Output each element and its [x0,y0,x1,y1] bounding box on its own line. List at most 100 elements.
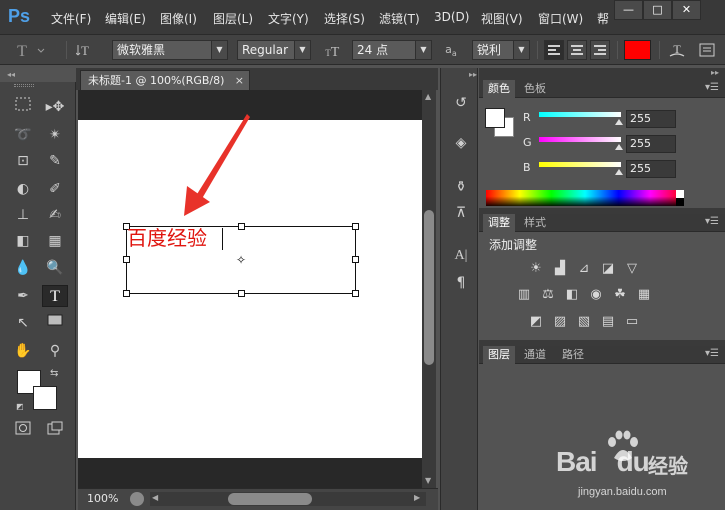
menu-layer[interactable]: 图层(L) [213,10,253,27]
tab-layers[interactable]: 图层 [483,346,515,364]
levels-icon[interactable]: ▟ [551,261,569,277]
posterize-icon[interactable]: ▨ [551,314,569,330]
slider-value-b[interactable]: 255 [626,160,676,178]
type-tool-preset-icon[interactable]: T [6,40,46,60]
eyedropper-tool-icon[interactable]: ✎ [42,150,68,172]
menu-image[interactable]: 图像(I) [160,10,197,27]
brush-tool-icon[interactable]: ✐ [42,178,68,200]
vertical-scrollbar-thumb[interactable] [424,210,434,365]
character-panel-icon[interactable]: A| [450,244,472,266]
slider-value-g[interactable]: 255 [626,135,676,153]
font-size-select[interactable]: 24 点 ▼ [352,40,432,60]
zoom-level[interactable]: 100% [87,492,118,505]
resize-handle[interactable] [352,223,359,230]
vibrance-icon[interactable]: ▽ [623,261,641,277]
close-icon[interactable]: × [235,71,244,90]
menu-filter[interactable]: 滤镜(T) [379,10,420,27]
warp-text-icon[interactable]: T [667,40,687,60]
align-left-button[interactable] [544,40,564,60]
collapse-panels-icon[interactable]: ▸▸ [711,68,719,77]
path-selection-tool-icon[interactable]: ↖ [10,312,36,334]
horizontal-scrollbar-thumb[interactable] [228,493,312,505]
menu-window[interactable]: 窗口(W) [538,10,583,27]
resize-handle[interactable] [123,290,130,297]
swap-colors-icon[interactable]: ⇆ [50,368,58,379]
background-color-swatch[interactable] [33,386,57,410]
tab-styles[interactable]: 样式 [519,214,551,232]
align-right-button[interactable] [590,40,610,60]
rectangle-tool-icon[interactable] [42,312,68,334]
menu-edit[interactable]: 编辑(E) [105,10,146,27]
slider-value-r[interactable]: 255 [626,110,676,128]
history-brush-tool-icon[interactable]: ✍ [42,204,68,226]
menu-3d[interactable]: 3D(D) [434,10,469,24]
font-style-select[interactable]: Regular ▼ [237,40,311,60]
slider-knob-b[interactable] [615,169,623,175]
menu-help[interactable]: 帮 [597,10,609,27]
slider-knob-r[interactable] [615,119,623,125]
invert-icon[interactable]: ◩ [527,314,545,330]
document-tab[interactable]: 未标题-1 @ 100%(RGB/8) × [80,70,250,90]
color-spectrum-bw[interactable] [676,190,684,206]
menu-type[interactable]: 文字(Y) [268,10,309,27]
pen-tool-icon[interactable]: ✒ [10,285,36,307]
color-balance-icon[interactable]: ⚖ [539,287,557,303]
photo-filter-icon[interactable]: ◉ [587,287,605,303]
menu-select[interactable]: 选择(S) [324,10,365,27]
menu-file[interactable]: 文件(F) [51,10,91,27]
brightness-contrast-icon[interactable]: ☀ [527,261,545,277]
black-white-icon[interactable]: ◧ [563,287,581,303]
scroll-right-icon[interactable]: ▶ [414,493,420,502]
scroll-up-icon[interactable]: ▲ [425,92,431,101]
character-panel-icon[interactable] [697,40,717,60]
move-tool-icon[interactable]: ▸✥ [42,96,68,118]
paragraph-panel-icon[interactable]: ¶ [450,272,472,294]
history-panel-icon[interactable]: ↺ [450,92,472,114]
quick-mask-icon[interactable] [10,420,36,442]
crop-tool-icon[interactable]: ⊡ [10,150,36,172]
slider-knob-g[interactable] [615,144,623,150]
scroll-down-icon[interactable]: ▼ [425,476,431,485]
tab-paths[interactable]: 路径 [557,346,589,364]
align-center-button[interactable] [567,40,587,60]
curves-icon[interactable]: ⊿ [575,261,593,277]
type-tool-icon[interactable]: T [42,285,68,307]
magic-wand-tool-icon[interactable]: ✴ [42,124,68,146]
tab-swatches[interactable]: 色板 [519,80,551,98]
threshold-icon[interactable]: ▧ [575,314,593,330]
brush-panel-icon[interactable]: ⊼ [450,202,472,224]
font-family-select[interactable]: 微软雅黑 ▼ [112,40,228,60]
resize-handle[interactable] [352,290,359,297]
tab-color[interactable]: 颜色 [483,80,515,98]
text-orientation-icon[interactable]: T [75,40,96,60]
slider-track-g[interactable] [539,137,621,142]
gradient-tool-icon[interactable]: ▦ [42,230,68,252]
close-button[interactable]: ✕ [672,0,701,20]
3d-panel-icon[interactable]: ◈ [450,132,472,154]
expand-panels-icon[interactable]: ▸▸ [469,70,477,79]
minimize-button[interactable]: — [614,0,643,20]
resize-handle[interactable] [352,256,359,263]
resize-handle[interactable] [238,290,245,297]
maximize-button[interactable]: □ [643,0,672,20]
status-info-icon[interactable] [130,492,144,506]
scroll-left-icon[interactable]: ◀ [152,493,158,502]
dodge-tool-icon[interactable]: 🔍 [42,257,68,279]
brush-presets-icon[interactable]: ⚱ [450,176,472,198]
panel-menu-icon[interactable]: ▾☰ [705,216,719,227]
slider-track-b[interactable] [539,162,621,167]
color-lookup-icon[interactable]: ▦ [635,287,653,303]
panel-menu-icon[interactable]: ▾☰ [705,348,719,359]
color-foreground-swatch-front[interactable] [485,108,505,128]
blur-tool-icon[interactable]: 💧 [10,257,36,279]
eraser-tool-icon[interactable]: ◧ [10,230,36,252]
channel-mixer-icon[interactable]: ☘ [611,287,629,303]
resize-handle[interactable] [123,256,130,263]
screen-mode-icon[interactable] [42,420,68,442]
text-layer-content[interactable]: 百度经验 [127,226,207,250]
tab-channels[interactable]: 通道 [519,346,551,364]
gradient-map-icon[interactable]: ▭ [623,314,641,330]
panel-menu-icon[interactable]: ▾☰ [705,82,719,93]
tab-adjustments[interactable]: 调整 [483,214,515,232]
exposure-icon[interactable]: ◪ [599,261,617,277]
